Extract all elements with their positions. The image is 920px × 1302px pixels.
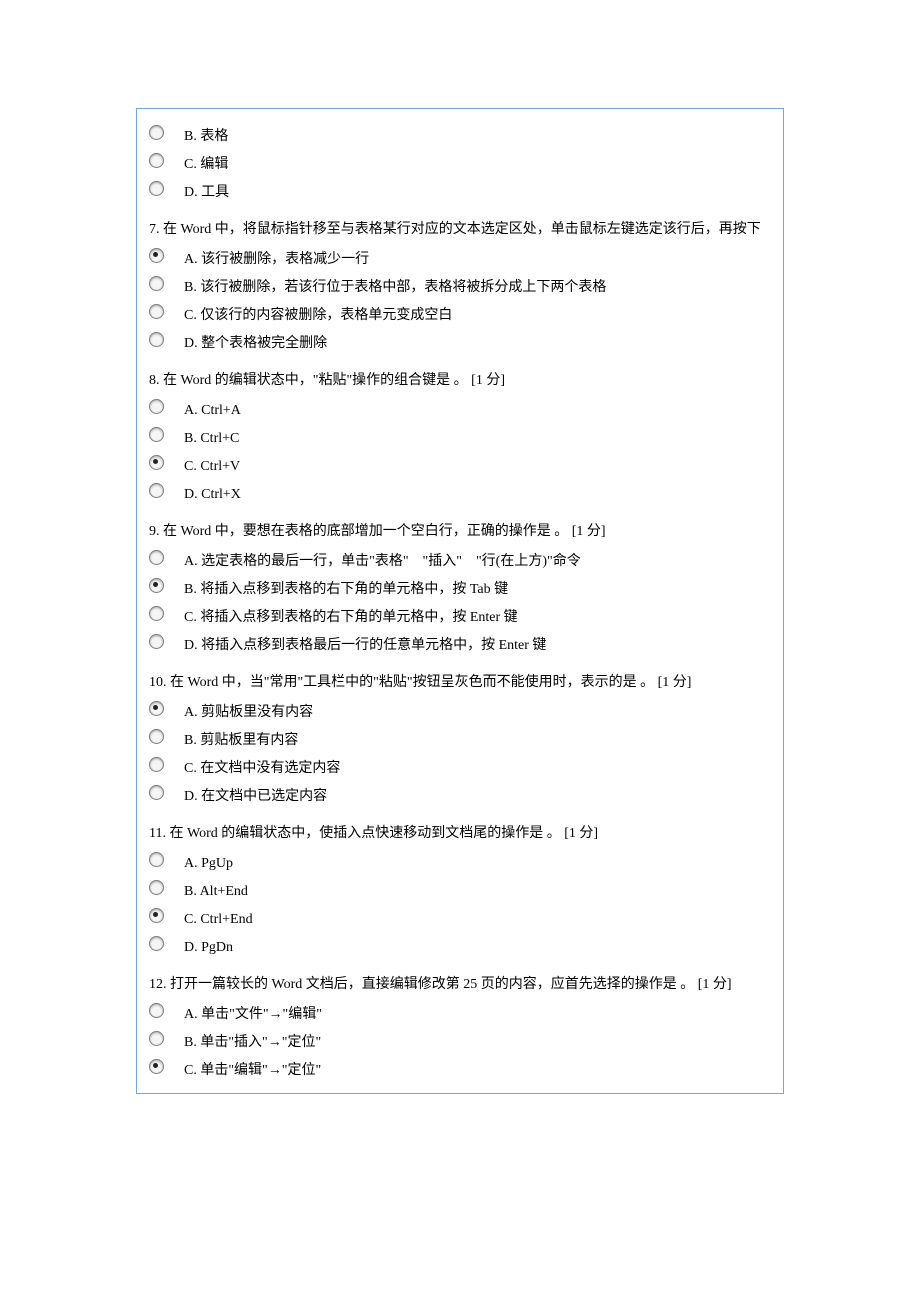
radio-button[interactable] (149, 248, 164, 263)
option-text: B. 将插入点移到表格的右下角的单元格中，按 Tab 键 (184, 576, 508, 600)
option-text: A. Ctrl+A (184, 397, 241, 421)
option-text: A. 剪贴板里没有内容 (184, 699, 313, 723)
option-text: B. 表格 (184, 123, 228, 147)
option-text: D. PgDn (184, 934, 233, 958)
radio-button[interactable] (149, 936, 164, 951)
question-text: 10. 在 Word 中，当"常用"工具栏中的"粘贴"按钮呈灰色而不能使用时，表… (149, 672, 771, 693)
radio-button[interactable] (149, 181, 164, 196)
option-row: B. 表格 (149, 123, 771, 147)
option-text: D. 将插入点移到表格最后一行的任意单元格中，按 Enter 键 (184, 632, 546, 656)
radio-button[interactable] (149, 125, 164, 140)
radio-button[interactable] (149, 550, 164, 565)
radio-button[interactable] (149, 1003, 164, 1018)
quiz-page: B. 表格 C. 编辑 D. 工具 7. 在 Word 中，将鼠标指针移至与表格某行对… (136, 108, 784, 1094)
option-row: A. 该行被删除，表格减少一行 (149, 246, 771, 270)
option-row: D. 将插入点移到表格最后一行的任意单元格中，按 Enter 键 (149, 632, 771, 656)
radio-button[interactable] (149, 483, 164, 498)
option-text: D. 在文档中已选定内容 (184, 783, 327, 807)
question-text: 9. 在 Word 中，要想在表格的底部增加一个空白行，正确的操作是 。 [1 … (149, 521, 771, 542)
radio-button[interactable] (149, 1059, 164, 1074)
option-row: A. Ctrl+A (149, 397, 771, 421)
option-text: C. 编辑 (184, 151, 228, 175)
option-text: C. 仅该行的内容被删除，表格单元变成空白 (184, 302, 452, 326)
radio-button[interactable] (149, 634, 164, 649)
option-row: C. 将插入点移到表格的右下角的单元格中，按 Enter 键 (149, 604, 771, 628)
option-row: C. 编辑 (149, 151, 771, 175)
radio-button[interactable] (149, 276, 164, 291)
option-text: B. Ctrl+C (184, 425, 239, 449)
option-text: C. Ctrl+V (184, 453, 240, 477)
option-text: D. 工具 (184, 179, 229, 203)
radio-button[interactable] (149, 304, 164, 319)
radio-button[interactable] (149, 785, 164, 800)
question-text: 8. 在 Word 的编辑状态中，"粘贴"操作的组合键是 。 [1 分] (149, 370, 771, 391)
option-text: A. 该行被删除，表格减少一行 (184, 246, 369, 270)
option-row: B. Alt+End (149, 878, 771, 902)
option-row: B. 该行被删除，若该行位于表格中部，表格将被拆分成上下两个表格 (149, 274, 771, 298)
option-text: C. Ctrl+End (184, 906, 253, 930)
radio-button[interactable] (149, 852, 164, 867)
radio-button[interactable] (149, 880, 164, 895)
option-row: D. 工具 (149, 179, 771, 203)
radio-button[interactable] (149, 578, 164, 593)
option-row: C. 在文档中没有选定内容 (149, 755, 771, 779)
question-text: 11. 在 Word 的编辑状态中，使插入点快速移动到文档尾的操作是 。 [1 … (149, 823, 771, 844)
option-text: C. 单击"编辑"→"定位" (184, 1057, 321, 1081)
radio-button[interactable] (149, 606, 164, 621)
option-row: B. 单击"插入"→"定位" (149, 1029, 771, 1053)
radio-button[interactable] (149, 332, 164, 347)
radio-button[interactable] (149, 908, 164, 923)
option-text: B. 剪贴板里有内容 (184, 727, 298, 751)
option-row: A. 剪贴板里没有内容 (149, 699, 771, 723)
radio-button[interactable] (149, 427, 164, 442)
radio-button[interactable] (149, 729, 164, 744)
option-text: B. 单击"插入"→"定位" (184, 1029, 321, 1053)
option-row: B. 剪贴板里有内容 (149, 727, 771, 751)
option-row: B. 将插入点移到表格的右下角的单元格中，按 Tab 键 (149, 576, 771, 600)
option-row: A. PgUp (149, 850, 771, 874)
option-row: C. Ctrl+End (149, 906, 771, 930)
option-text: C. 将插入点移到表格的右下角的单元格中，按 Enter 键 (184, 604, 518, 628)
radio-button[interactable] (149, 399, 164, 414)
radio-button[interactable] (149, 455, 164, 470)
option-row: A. 单击"文件"→"编辑" (149, 1001, 771, 1025)
option-row: D. Ctrl+X (149, 481, 771, 505)
option-text: B. 该行被删除，若该行位于表格中部，表格将被拆分成上下两个表格 (184, 274, 606, 298)
option-row: D. 整个表格被完全删除 (149, 330, 771, 354)
option-text: A. 单击"文件"→"编辑" (184, 1001, 322, 1025)
option-row: C. Ctrl+V (149, 453, 771, 477)
option-row: D. 在文档中已选定内容 (149, 783, 771, 807)
option-text: A. 选定表格的最后一行，单击"表格" "插入" "行(在上方)"命令 (184, 548, 581, 572)
radio-button[interactable] (149, 153, 164, 168)
option-text: D. Ctrl+X (184, 481, 241, 505)
option-row: C. 单击"编辑"→"定位" (149, 1057, 771, 1081)
option-text: A. PgUp (184, 850, 233, 874)
radio-button[interactable] (149, 757, 164, 772)
option-row: D. PgDn (149, 934, 771, 958)
radio-button[interactable] (149, 701, 164, 716)
option-text: D. 整个表格被完全删除 (184, 330, 327, 354)
option-text: C. 在文档中没有选定内容 (184, 755, 340, 779)
option-row: A. 选定表格的最后一行，单击"表格" "插入" "行(在上方)"命令 (149, 548, 771, 572)
option-text: B. Alt+End (184, 878, 248, 902)
option-row: C. 仅该行的内容被删除，表格单元变成空白 (149, 302, 771, 326)
option-row: B. Ctrl+C (149, 425, 771, 449)
question-text: 12. 打开一篇较长的 Word 文档后，直接编辑修改第 25 页的内容，应首先… (149, 974, 771, 995)
radio-button[interactable] (149, 1031, 164, 1046)
question-text: 7. 在 Word 中，将鼠标指针移至与表格某行对应的文本选定区处，单击鼠标左键… (149, 219, 771, 240)
